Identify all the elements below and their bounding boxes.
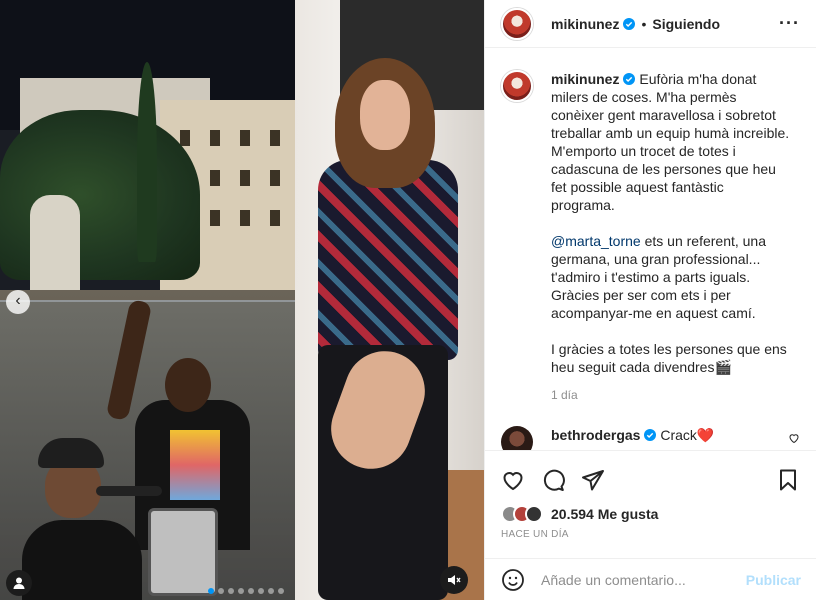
comment-item: bethrodergas Crack❤️: [501, 426, 800, 450]
caption-paragraph-3: I gràcies a totes les persones que ens h…: [551, 340, 791, 376]
singer-cap: [38, 438, 104, 468]
like-comment-heart-icon[interactable]: [788, 432, 800, 444]
post-header: mikinunez • Siguiendo ···: [485, 0, 816, 48]
caption-text-1: Eufòria m'ha donat milers de coses. M'ha…: [551, 71, 790, 213]
carousel-dot: [278, 588, 284, 594]
carousel-dot: [238, 588, 244, 594]
carousel-dot: [268, 588, 274, 594]
carousel-dot: [208, 588, 214, 594]
publish-button[interactable]: Publicar: [746, 572, 801, 588]
caption-text-3: I gràcies a totes les persones que ens h…: [551, 341, 787, 375]
user-icon: [13, 577, 25, 589]
man-head: [165, 358, 211, 412]
caption-avatar[interactable]: [501, 70, 533, 102]
verified-badge-icon: [623, 73, 636, 85]
comment-icon[interactable]: [541, 468, 565, 492]
bookmark-icon[interactable]: [776, 468, 800, 492]
woman-floral-shirt: [318, 160, 458, 360]
woman-face: [360, 80, 410, 150]
post-media[interactable]: ‹: [0, 0, 484, 600]
post-date[interactable]: HACE UN DÍA: [485, 525, 816, 547]
share-icon[interactable]: [581, 468, 605, 492]
comment-input[interactable]: [541, 571, 746, 588]
post-caption: mikinunez Eufòria m'ha donat milers de c…: [501, 70, 800, 404]
action-bar: [485, 451, 816, 503]
carousel-dot: [258, 588, 264, 594]
caption-paragraph-1: mikinunez Eufòria m'ha donat milers de c…: [551, 70, 791, 214]
mention-link[interactable]: @marta_torne: [551, 233, 641, 249]
mute-toggle-button[interactable]: [440, 566, 468, 594]
cypress-tree: [137, 62, 157, 262]
user-tag-button[interactable]: [6, 570, 32, 596]
likes-count[interactable]: 20.594 Me gusta: [551, 506, 658, 522]
caption-paragraph-2: @marta_torne ets un referent, una german…: [551, 232, 791, 322]
liker-avatar[interactable]: [525, 505, 543, 523]
caption-time[interactable]: 1 día: [551, 386, 791, 404]
comments-section[interactable]: mikinunez Eufòria m'ha donat milers de c…: [485, 48, 816, 451]
avatar[interactable]: [501, 7, 533, 40]
carousel-dot: [218, 588, 224, 594]
tshirt-print: [170, 430, 220, 500]
singer-body: [22, 520, 142, 600]
separator-dot: •: [641, 15, 647, 32]
comment-username[interactable]: bethrodergas: [551, 427, 640, 443]
microphone: [96, 486, 162, 496]
carousel-dot: [248, 588, 254, 594]
clapperboard-emoji: 🎬: [714, 359, 732, 375]
portable-speaker: [148, 508, 218, 596]
comment-text: Crack: [660, 427, 697, 443]
heart-emoji: ❤️: [696, 427, 715, 443]
likes-row: 20.594 Me gusta: [485, 503, 816, 525]
comment-avatar[interactable]: [501, 426, 533, 450]
following-button[interactable]: Siguiendo: [652, 16, 720, 32]
more-options-icon[interactable]: ···: [779, 13, 800, 34]
speaker-muted-icon: [448, 575, 461, 585]
add-comment-bar: Publicar: [485, 558, 816, 600]
verified-badge-icon: [644, 429, 657, 441]
heart-icon[interactable]: [501, 468, 525, 492]
carousel-prev-button[interactable]: ‹: [6, 290, 30, 314]
header-username[interactable]: mikinunez: [551, 16, 619, 32]
carousel-indicator: [208, 588, 284, 594]
emoji-icon[interactable]: [501, 568, 525, 592]
carousel-dot: [228, 588, 234, 594]
post-side-panel: mikinunez • Siguiendo ··· mikinunez Eufò…: [484, 0, 816, 600]
caption-username[interactable]: mikinunez: [551, 71, 619, 87]
verified-badge-icon: [623, 17, 636, 30]
